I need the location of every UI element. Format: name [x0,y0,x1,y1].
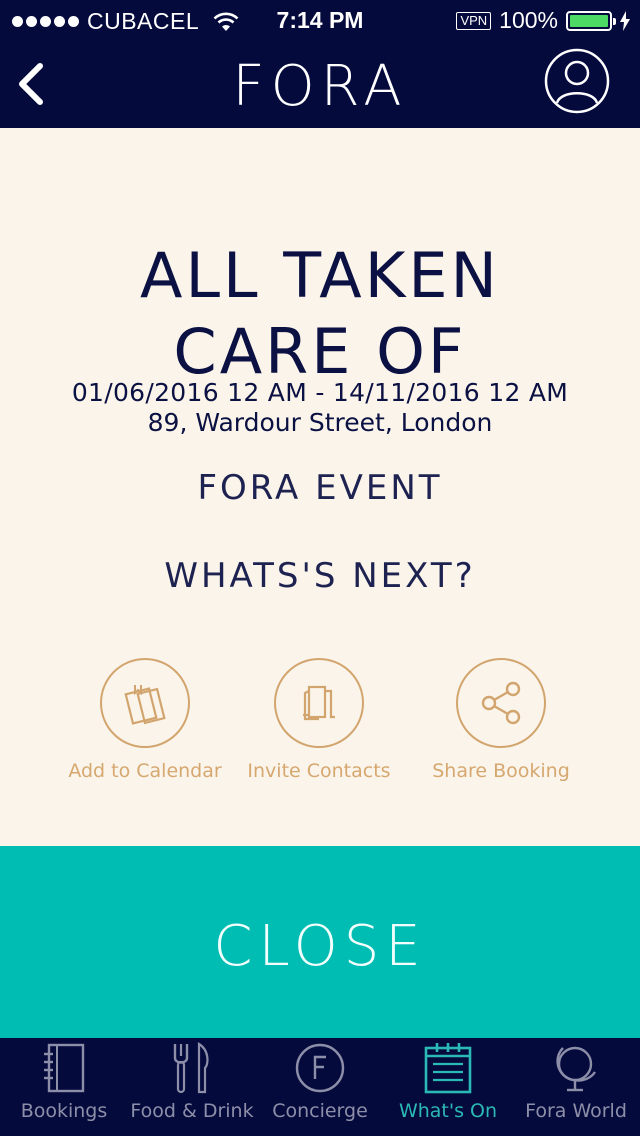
action-circle [100,658,190,748]
tab-icon-wrap [0,1038,128,1100]
action-circle [274,658,364,748]
event-type: FORA EVENT [197,468,443,508]
add-to-calendar-label: Add to Calendar [68,760,222,782]
user-avatar-icon [544,48,610,114]
tab-fora-world-label: Fora World [525,1100,627,1122]
tab-icon-wrap [256,1038,384,1100]
fork-knife-icon [173,1042,209,1094]
contacts-card-icon [303,685,335,721]
close-label: CLOSE [213,914,427,979]
event-address: 89, Wardour Street, London [147,408,493,437]
battery-percent: 100% [499,7,558,33]
tab-fora-world[interactable]: Fora World [512,1038,640,1136]
event-confirmation: ALL TAKEN CARE OF 01/06/2016 12 AM - 14/… [0,128,640,846]
event-title: ALL TAKEN CARE OF [0,238,640,390]
bottom-tab-bar: Bookings Food & Drink Concierge What's O… [0,1038,640,1136]
share-booking-button[interactable]: Share Booking [406,658,596,782]
invite-contacts-label: Invite Contacts [247,760,391,782]
status-right: VPN 100% [456,7,630,34]
battery-icon [566,10,616,31]
calendar-icon [424,1043,472,1094]
notebook-icon [44,1043,85,1093]
profile-button[interactable] [544,48,610,114]
tab-bookings-label: Bookings [20,1100,108,1122]
status-bar: CUBACEL 7:14 PM VPN 100% [0,0,640,40]
vpn-badge: VPN [456,11,492,30]
action-circle [456,658,546,748]
tab-concierge[interactable]: Concierge [256,1038,384,1136]
add-to-calendar-button[interactable]: Add to Calendar [50,658,240,782]
globe-icon [556,1046,596,1092]
event-dates: 01/06/2016 12 AM - 14/11/2016 12 AM [71,378,569,407]
invite-contacts-button[interactable]: Invite Contacts [224,658,414,782]
tab-icon-wrap [512,1038,640,1100]
whats-next-heading: WHATS'S NEXT? [164,556,476,596]
share-booking-label: Share Booking [432,760,570,782]
tab-icon-wrap [128,1038,256,1100]
tab-food-drink[interactable]: Food & Drink [128,1038,256,1136]
tab-food-drink-label: Food & Drink [130,1100,254,1122]
share-icon [481,681,521,725]
tab-concierge-label: Concierge [272,1100,368,1122]
next-actions: Add to Calendar Invite Contacts Share Bo… [0,658,640,798]
concierge-f-icon [295,1043,345,1093]
nav-bar: FORA [0,40,640,128]
calendar-book-icon [124,685,166,725]
tab-whats-on-label: What's On [398,1100,498,1122]
tab-icon-wrap [384,1038,512,1100]
tab-whats-on[interactable]: What's On [384,1038,512,1136]
top-header: CUBACEL 7:14 PM VPN 100% FORA [0,0,640,128]
charging-bolt-icon [620,10,630,31]
event-title-line-1: ALL TAKEN [140,239,500,312]
close-button[interactable]: CLOSE [0,846,640,1038]
tab-bookings[interactable]: Bookings [0,1038,128,1136]
